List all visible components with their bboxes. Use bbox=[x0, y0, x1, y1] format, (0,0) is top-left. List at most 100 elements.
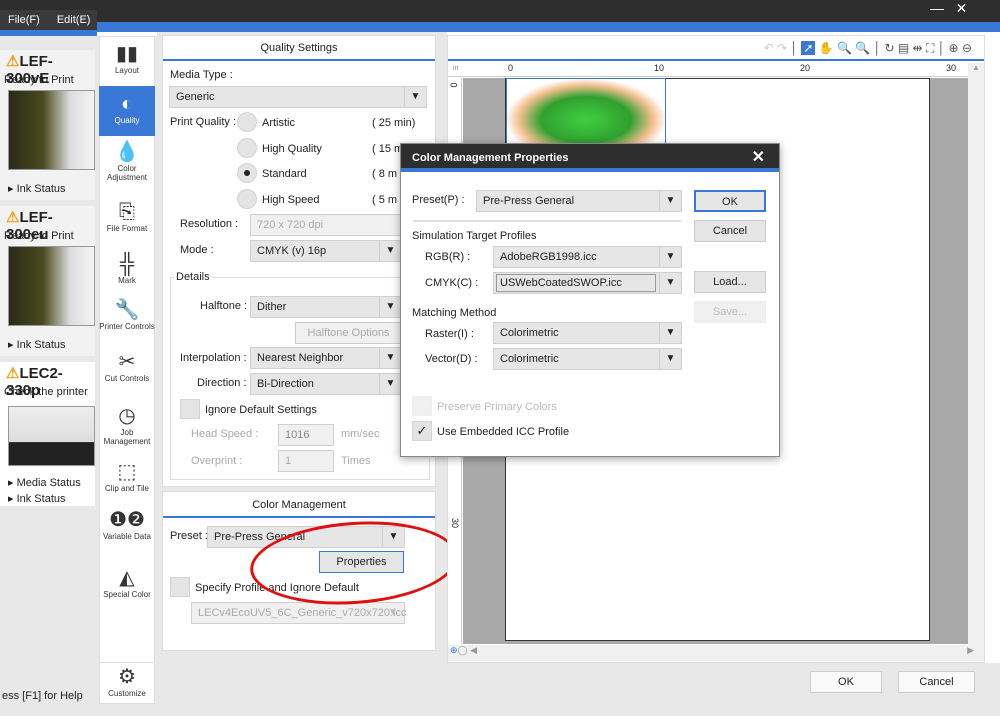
media-type-select[interactable]: Generic ▼ bbox=[169, 86, 427, 108]
dialog-title-bar: Color Management Properties ✕ bbox=[401, 144, 779, 172]
option-time: ( 15 m bbox=[372, 143, 404, 155]
ruler-tick: 20 bbox=[800, 63, 811, 73]
divider bbox=[413, 220, 681, 222]
nav-cut-controls[interactable]: ✂ Cut Controls bbox=[99, 350, 155, 383]
plus-icon[interactable]: ⊕ bbox=[949, 41, 959, 55]
chevron-down-icon: ▼ bbox=[659, 191, 681, 211]
warning-icon: ⚠ bbox=[6, 53, 20, 70]
nav-customize[interactable]: ⚙ Customize bbox=[99, 662, 155, 698]
dialog-ok-button[interactable]: OK bbox=[694, 190, 766, 212]
interpolation-select[interactable]: Nearest Neighbor ▼ bbox=[250, 347, 402, 369]
print-quality-label: Print Quality : bbox=[170, 116, 237, 128]
accent-strip bbox=[97, 22, 1000, 32]
radio-artistic[interactable] bbox=[237, 112, 257, 132]
dialog-preset-label: Preset(P) : bbox=[412, 194, 465, 206]
raster-select[interactable]: Colorimetric ▼ bbox=[493, 322, 682, 344]
direction-label: Direction : bbox=[197, 377, 247, 389]
ink-status-link[interactable]: ▸ Ink Status bbox=[8, 492, 66, 505]
window-controls[interactable]: — ✕ bbox=[930, 0, 967, 17]
nav-variable-data[interactable]: ❶❷ Variable Data bbox=[99, 508, 155, 541]
nav-color-adjustment[interactable]: 💧 Color Adjustment bbox=[99, 140, 155, 182]
ruler-tick: 30 bbox=[946, 63, 957, 73]
vertical-scrollbar[interactable]: ▲ bbox=[968, 63, 984, 645]
ink-status-link[interactable]: ▸ Ink Status bbox=[8, 338, 66, 351]
dialog-cancel-button[interactable]: Cancel bbox=[694, 220, 766, 242]
close-icon[interactable]: ✕ bbox=[752, 144, 765, 172]
nav-job-management[interactable]: ◷ Job Management bbox=[99, 404, 155, 446]
rotate-icon[interactable]: ↻ bbox=[884, 41, 894, 55]
horizontal-scrollbar[interactable]: ⊕◯ ◀ ▶ bbox=[448, 645, 984, 661]
swatch-icon: ◭ bbox=[119, 567, 135, 589]
head-speed-input: 1016 bbox=[278, 424, 334, 446]
redo-icon[interactable]: ↷ bbox=[777, 41, 787, 55]
dialog-title: Color Management Properties bbox=[412, 152, 569, 164]
printer-image bbox=[8, 90, 95, 170]
save-button: Save... bbox=[694, 301, 766, 323]
radio-standard[interactable] bbox=[237, 163, 257, 183]
direction-select[interactable]: Bi-Direction ▼ bbox=[250, 373, 402, 395]
halftone-select[interactable]: Dither ▼ bbox=[250, 296, 402, 318]
zoom-out-icon[interactable]: 🔍 bbox=[855, 41, 870, 55]
zoom-in-icon[interactable]: 🔍 bbox=[837, 41, 852, 55]
nav-layout[interactable]: ▮▮ Layout bbox=[99, 42, 155, 75]
nav-quality[interactable]: ◐ Quality bbox=[99, 86, 155, 136]
cmyk-label: CMYK(C) : bbox=[425, 277, 479, 289]
media-status-link[interactable]: ▸ Media Status bbox=[8, 476, 81, 489]
preview-toolbar: ↶ ↷ │ ➚ ✋ 🔍 🔍 │ ↻ ▤ ⇹ ⛶ │ ⊕ ⊖ bbox=[448, 36, 984, 61]
hand-icon[interactable]: ✋ bbox=[819, 41, 834, 55]
nav-file-format[interactable]: ⎘ File Format bbox=[99, 200, 155, 233]
use-embedded-checkbox[interactable]: ✓ bbox=[412, 421, 432, 441]
menu-edit[interactable]: Edit(E) bbox=[57, 14, 91, 26]
load-button[interactable]: Load... bbox=[694, 271, 766, 293]
panel-title: Quality Settings bbox=[163, 36, 435, 61]
ignore-defaults-checkbox[interactable] bbox=[180, 399, 200, 419]
menu-file[interactable]: File(F) bbox=[8, 14, 40, 26]
raster-label: Raster(I) : bbox=[425, 328, 474, 340]
matching-method-heading: Matching Method bbox=[412, 307, 497, 319]
interpolation-label: Interpolation : bbox=[180, 352, 247, 364]
rgb-profile-select[interactable]: AdobeRGB1998.icc ▼ bbox=[493, 246, 682, 268]
cmyk-profile-select[interactable]: USWebCoatedSWOP.icc ▼ bbox=[493, 272, 682, 294]
printer-status: Ready to Print bbox=[4, 74, 74, 86]
radio-high-quality[interactable] bbox=[237, 138, 257, 158]
layout-icon: ▮▮ bbox=[115, 43, 138, 65]
specify-profile-checkbox[interactable] bbox=[170, 577, 190, 597]
printer-card[interactable]: ⚠LEC2-330p Check the printer ▸ Media Sta… bbox=[0, 362, 95, 506]
select-icon[interactable]: ➚ bbox=[801, 41, 816, 55]
option-label: Standard bbox=[262, 168, 307, 180]
chevron-down-icon: ▼ bbox=[379, 241, 401, 261]
radio-high-speed[interactable] bbox=[237, 189, 257, 209]
fit-width-icon[interactable]: ⇹ bbox=[913, 41, 923, 55]
ruler-tick: 10 bbox=[654, 63, 665, 73]
vector-select[interactable]: Colorimetric ▼ bbox=[493, 348, 682, 370]
artwork-image[interactable] bbox=[506, 78, 666, 148]
fit-icon[interactable]: ▤ bbox=[898, 41, 909, 55]
overprint-unit: Times bbox=[341, 455, 371, 467]
nav-clip-and-tile[interactable]: ⬚ Clip and Tile bbox=[99, 460, 155, 493]
option-time: ( 8 m bbox=[372, 168, 398, 180]
warning-icon: ⚠ bbox=[6, 209, 20, 226]
printer-card[interactable]: ⚠LEF-300eu Ready to Print ▸ Ink Status bbox=[0, 206, 95, 356]
mode-select[interactable]: CMYK (v) 16p ▼ bbox=[250, 240, 402, 262]
nav-special-color[interactable]: ◭ Special Color bbox=[99, 566, 155, 599]
nav-mark[interactable]: ╬ Mark bbox=[99, 252, 155, 285]
vector-label: Vector(D) : bbox=[425, 353, 478, 365]
undo-icon[interactable]: ↶ bbox=[764, 41, 774, 55]
option-label: High Quality bbox=[262, 143, 322, 155]
chevron-down-icon: ▼ bbox=[659, 247, 681, 267]
ok-button[interactable]: OK bbox=[810, 671, 882, 693]
ruler-tick: 0 bbox=[508, 63, 514, 73]
option-time: ( 25 min) bbox=[372, 117, 416, 129]
printer-status: Check the printer bbox=[4, 386, 88, 398]
printer-panel: ⚠LEF-300vE Ready to Print ▸ Ink Status ⚠… bbox=[0, 36, 97, 716]
dialog-preset-select[interactable]: Pre-Press General ▼ bbox=[476, 190, 682, 212]
printer-card[interactable]: ⚠LEF-300vE Ready to Print ▸ Ink Status bbox=[0, 50, 95, 200]
option-label: Artistic bbox=[262, 117, 295, 129]
cancel-button[interactable]: Cancel bbox=[898, 671, 975, 693]
ink-status-link[interactable]: ▸ Ink Status bbox=[8, 182, 66, 195]
fullscreen-icon[interactable]: ⛶ bbox=[926, 41, 934, 55]
nav-printer-controls[interactable]: 🔧 Printer Controls bbox=[99, 298, 155, 331]
minus-icon[interactable]: ⊖ bbox=[962, 41, 972, 55]
preserve-primary-checkbox bbox=[412, 396, 432, 416]
halftone-options-button[interactable]: Halftone Options bbox=[295, 322, 402, 344]
